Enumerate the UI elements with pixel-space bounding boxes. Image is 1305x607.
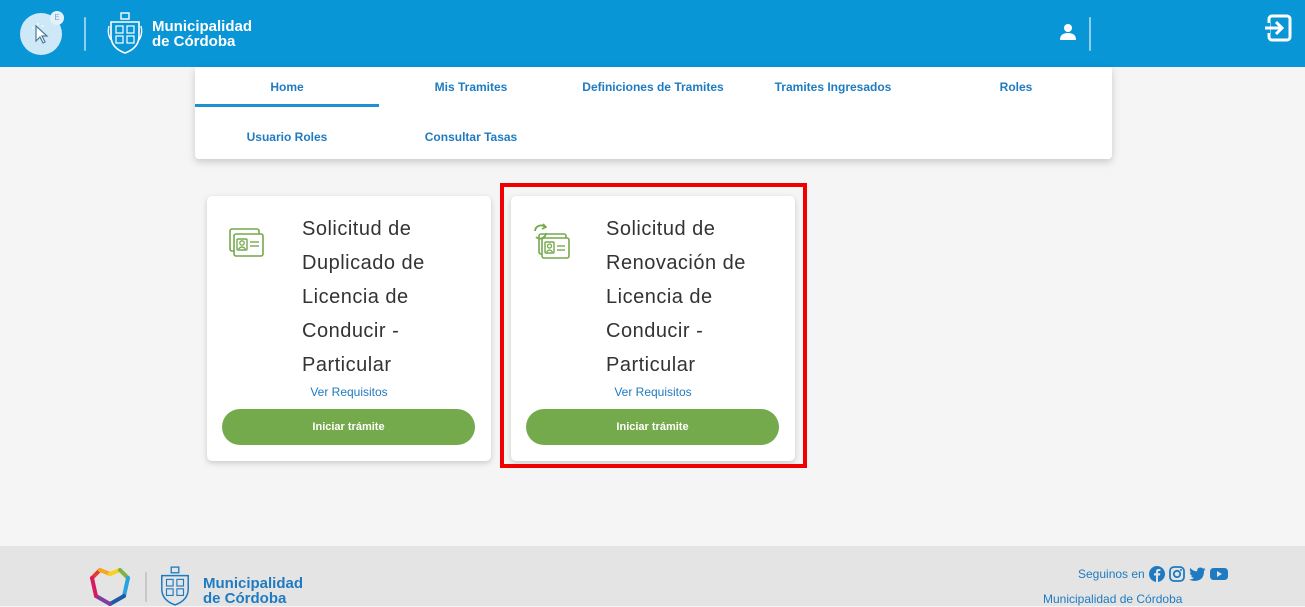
card-title-line: Solicitud de bbox=[302, 218, 412, 240]
tab-consultar-tasas-label: Consultar Tasas bbox=[424, 130, 518, 144]
tab-home[interactable]: Home bbox=[195, 67, 379, 107]
card-title-line: Particular bbox=[302, 354, 392, 376]
top-bar: E Municipalidad de Córdoba bbox=[0, 0, 1305, 67]
iniciar-tramite-button[interactable]: Iniciar trámite bbox=[222, 409, 475, 445]
tab-usuario-roles[interactable]: Usuario Roles bbox=[195, 117, 379, 157]
nav-tabs-panel: Home Mis Tramites Definiciones de Tramit… bbox=[195, 67, 1112, 159]
follow-text: Seguinos en bbox=[1078, 567, 1145, 581]
tab-usuario-roles-label: Usuario Roles bbox=[246, 130, 328, 144]
tab-tramites-ingresados[interactable]: Tramites Ingresados bbox=[743, 67, 923, 107]
app-badge: E bbox=[50, 11, 64, 25]
footer-logo-line-2: de Córdoba bbox=[203, 590, 287, 607]
municipal-shield-icon bbox=[107, 12, 143, 54]
footer-logo-line-1: Municipalidad bbox=[203, 575, 304, 592]
tab-definiciones-label: Definiciones de Tramites bbox=[582, 80, 724, 94]
tab-mis-tramites[interactable]: Mis Tramites bbox=[379, 67, 563, 107]
footer-divider bbox=[145, 572, 147, 602]
footer: Municipalidad de Córdoba Seguinos en Mun… bbox=[0, 546, 1305, 606]
city-brand-logo-icon bbox=[90, 568, 130, 606]
social-follow: Seguinos en bbox=[1078, 566, 1228, 582]
card-title-line: Renovación de bbox=[606, 252, 746, 274]
tab-definiciones-de-tramites[interactable]: Definiciones de Tramites bbox=[563, 67, 743, 107]
card-title-line: Licencia de bbox=[606, 286, 713, 308]
municipal-shield-footer-icon bbox=[161, 566, 189, 606]
card-title: Solicitud de Duplicado de Licencia de Co… bbox=[302, 212, 477, 382]
tab-roles-label: Roles bbox=[999, 80, 1033, 94]
logo-line-2: de Córdoba bbox=[152, 33, 236, 50]
user-icon[interactable] bbox=[1059, 23, 1077, 41]
card-title-line: Licencia de bbox=[302, 286, 409, 308]
logout-icon[interactable] bbox=[1263, 13, 1293, 43]
id-card-renew-icon bbox=[534, 223, 570, 259]
instagram-icon[interactable] bbox=[1168, 566, 1185, 582]
card-title-line: Duplicado de bbox=[302, 252, 425, 274]
active-tab-indicator bbox=[195, 104, 379, 107]
footer-org-name[interactable]: Municipalidad de Córdoba bbox=[1043, 592, 1182, 606]
iniciar-tramite-button[interactable]: Iniciar trámite bbox=[526, 409, 779, 445]
card-title-line: Particular bbox=[606, 354, 696, 376]
cursor-icon bbox=[31, 23, 49, 44]
tab-consultar-tasas[interactable]: Consultar Tasas bbox=[379, 117, 563, 157]
ver-requisitos-link[interactable]: Ver Requisitos bbox=[207, 385, 491, 399]
tab-tramites-ingresados-label: Tramites Ingresados bbox=[774, 80, 892, 94]
tab-mis-tramites-label: Mis Tramites bbox=[434, 80, 508, 94]
facebook-icon[interactable] bbox=[1148, 566, 1165, 582]
header-divider bbox=[84, 17, 86, 51]
card-title-line: Conducir - bbox=[606, 320, 704, 342]
logo-line-1: Municipalidad bbox=[152, 18, 253, 35]
tab-roles[interactable]: Roles bbox=[923, 67, 1109, 107]
id-card-icon bbox=[229, 228, 264, 257]
tramite-card-duplicado: Solicitud de Duplicado de Licencia de Co… bbox=[207, 196, 491, 461]
tramite-card-renovacion: Solicitud de Renovación de Licencia de C… bbox=[511, 196, 795, 461]
card-title-line: Conducir - bbox=[302, 320, 400, 342]
footer-municipality-text: Municipalidad de Córdoba bbox=[203, 576, 303, 606]
header-divider-right bbox=[1089, 17, 1091, 51]
tab-home-label: Home bbox=[270, 80, 304, 94]
card-title: Solicitud de Renovación de Licencia de C… bbox=[606, 212, 781, 382]
twitter-icon[interactable] bbox=[1188, 567, 1206, 582]
municipality-logo-text: Municipalidad de Córdoba bbox=[152, 19, 252, 49]
youtube-icon[interactable] bbox=[1209, 567, 1228, 581]
ver-requisitos-link[interactable]: Ver Requisitos bbox=[511, 385, 795, 399]
card-title-line: Solicitud de bbox=[606, 218, 716, 240]
